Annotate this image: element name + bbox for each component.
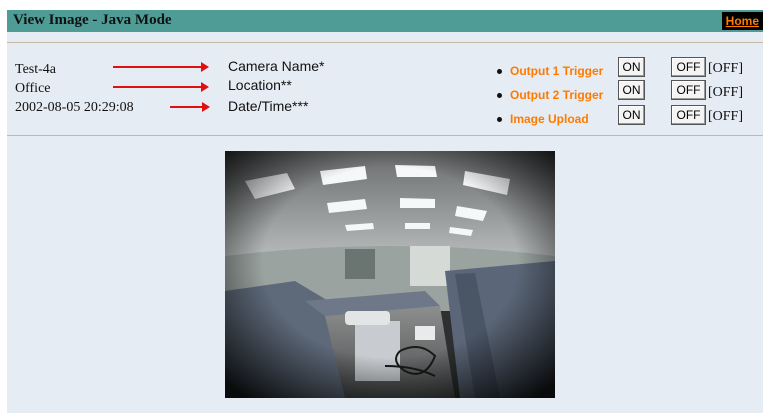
page-title: View Image - Java Mode (13, 12, 172, 28)
image-upload-off-button[interactable]: OFF (671, 105, 706, 125)
output2-trigger-label: Output 2 Trigger (510, 88, 604, 102)
arrow-camera-name (113, 62, 209, 72)
datetime-value: 2002-08-05 20:29:08 (15, 100, 134, 115)
location-label: Location** (228, 77, 292, 93)
image-upload-on-button[interactable]: ON (618, 105, 645, 125)
camera-image (225, 151, 555, 398)
image-upload-label: Image Upload (510, 112, 589, 126)
image-upload-state: [OFF] (708, 109, 744, 124)
camera-name-label: Camera Name* (228, 58, 325, 74)
arrow-location (113, 82, 209, 92)
bullet-icon (497, 117, 502, 122)
bullet-icon (497, 93, 502, 98)
datetime-label: Date/Time*** (228, 98, 309, 114)
bullet-icon (497, 69, 502, 74)
output2-state: [OFF] (708, 85, 744, 100)
output1-on-button[interactable]: ON (618, 57, 645, 77)
location-value: Office (15, 81, 51, 96)
camera-name-value: Test-4a (15, 62, 57, 77)
output1-state: [OFF] (708, 61, 744, 76)
output2-on-button[interactable]: ON (618, 80, 645, 100)
output2-off-button[interactable]: OFF (671, 80, 706, 100)
divider-bottom (7, 135, 763, 136)
arrow-datetime (170, 102, 210, 112)
output1-off-button[interactable]: OFF (671, 57, 706, 77)
divider-top (7, 42, 763, 43)
output1-trigger-label: Output 1 Trigger (510, 64, 604, 78)
home-link[interactable]: Home (721, 12, 763, 30)
title-bar: View Image - Java Mode Home (7, 10, 763, 32)
